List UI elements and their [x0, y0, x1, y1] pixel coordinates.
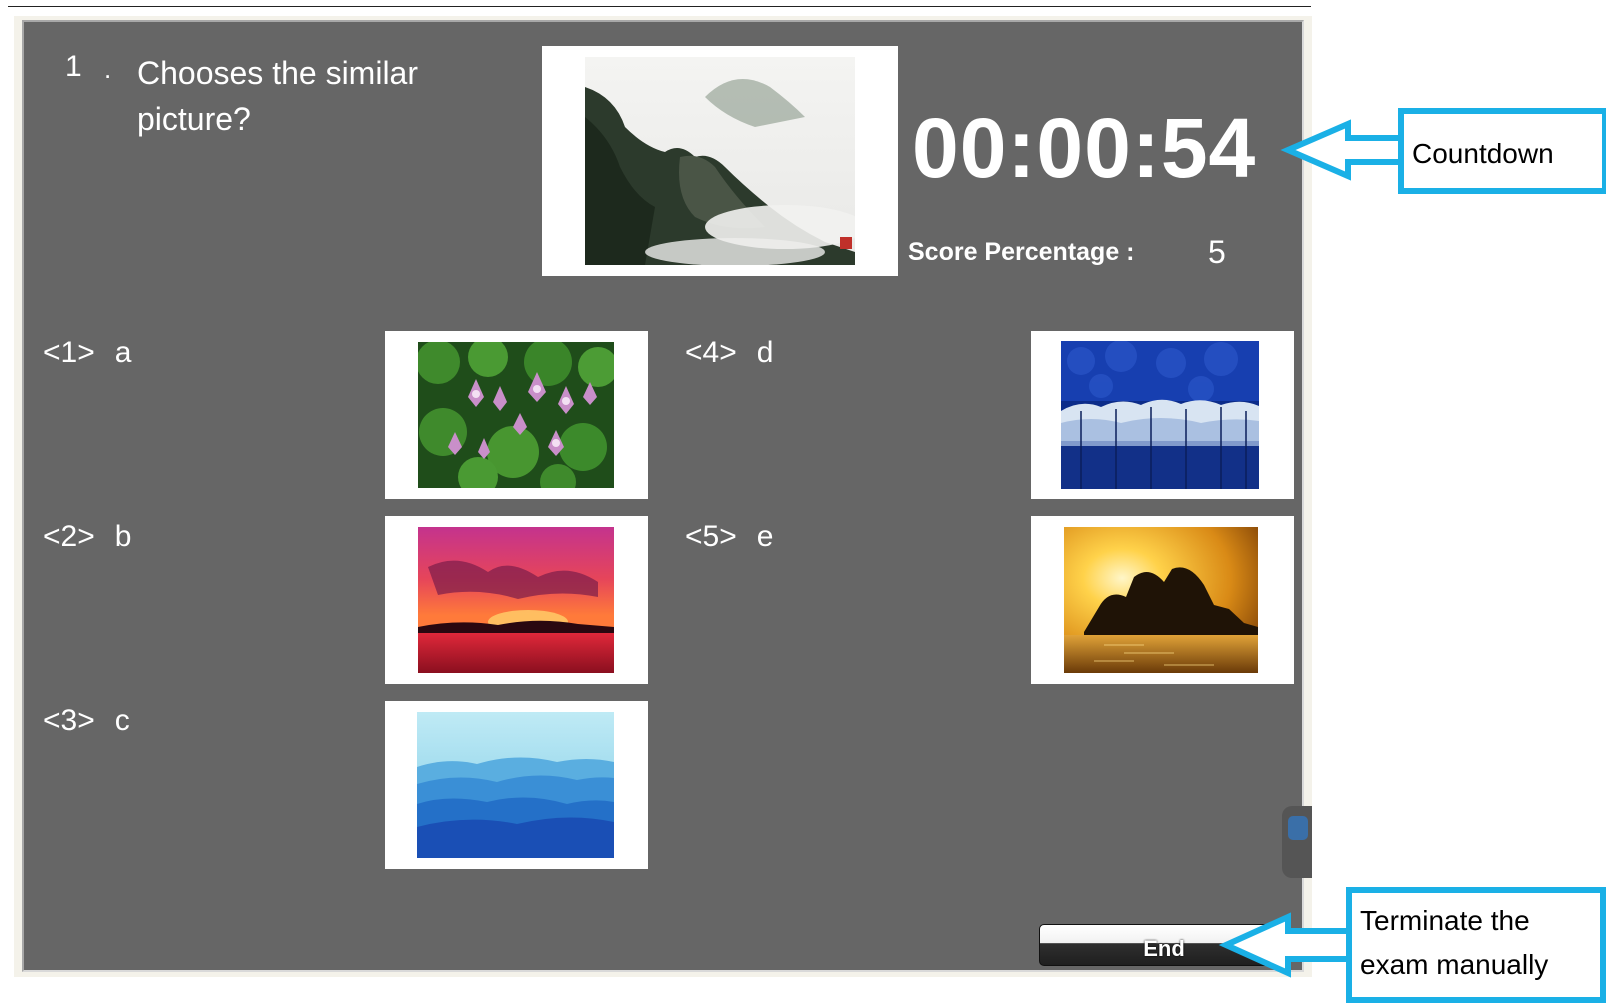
question-number: 1: [65, 50, 82, 83]
option-index: <5>: [685, 520, 737, 553]
countdown-callout: Countdown: [1398, 108, 1606, 194]
countdown-timer: 00:00:54: [912, 101, 1257, 195]
option-b-image-card[interactable]: [385, 516, 648, 684]
option-letter: b: [114, 520, 132, 553]
score-percentage-value: 5: [1208, 234, 1226, 270]
terminate-callout-line1: Terminate the: [1360, 905, 1530, 936]
option-d-image-frosted-forest: [1061, 341, 1259, 489]
question-text: Chooses the similar picture?: [137, 55, 418, 137]
option-d-label[interactable]: <4> d: [685, 336, 773, 370]
countdown-callout-text: Countdown: [1412, 138, 1554, 169]
option-index: <1>: [43, 336, 95, 369]
top-divider: [8, 6, 1311, 7]
option-letter: c: [114, 704, 130, 737]
terminate-callout-line2: exam manually: [1360, 949, 1549, 980]
question-image-misty-mountain: [585, 57, 855, 265]
remote-app-icon: [1288, 816, 1308, 840]
option-letter: e: [756, 520, 774, 553]
side-tab-widget[interactable]: [1282, 806, 1312, 878]
question-image-card: [542, 46, 898, 276]
option-letter: a: [114, 336, 132, 369]
option-c-image-card[interactable]: [385, 701, 648, 869]
option-e-image-opera-house-sunset: [1064, 527, 1258, 673]
option-e-label[interactable]: <5> e: [685, 520, 773, 554]
question-separator: .: [104, 54, 112, 84]
option-index: <2>: [43, 520, 95, 553]
score-percentage-label: Score Percentage :: [908, 238, 1135, 266]
option-letter: d: [756, 336, 774, 369]
option-a-image-card[interactable]: [385, 331, 648, 499]
option-index: <3>: [43, 704, 95, 737]
option-b-image-red-sunset: [418, 527, 614, 673]
option-e-image-card[interactable]: [1031, 516, 1294, 684]
option-a-image-lotus-flowers: [418, 342, 614, 488]
end-button-label: End: [1143, 936, 1185, 961]
option-a-label[interactable]: <1> a: [43, 336, 131, 370]
option-c-label[interactable]: <3> c: [43, 704, 130, 738]
option-d-image-card[interactable]: [1031, 331, 1294, 499]
option-c-image-blue-mountains: [417, 712, 614, 858]
option-b-label[interactable]: <2> b: [43, 520, 131, 554]
option-index: <4>: [685, 336, 737, 369]
terminate-callout: Terminate the exam manually: [1346, 887, 1606, 1003]
